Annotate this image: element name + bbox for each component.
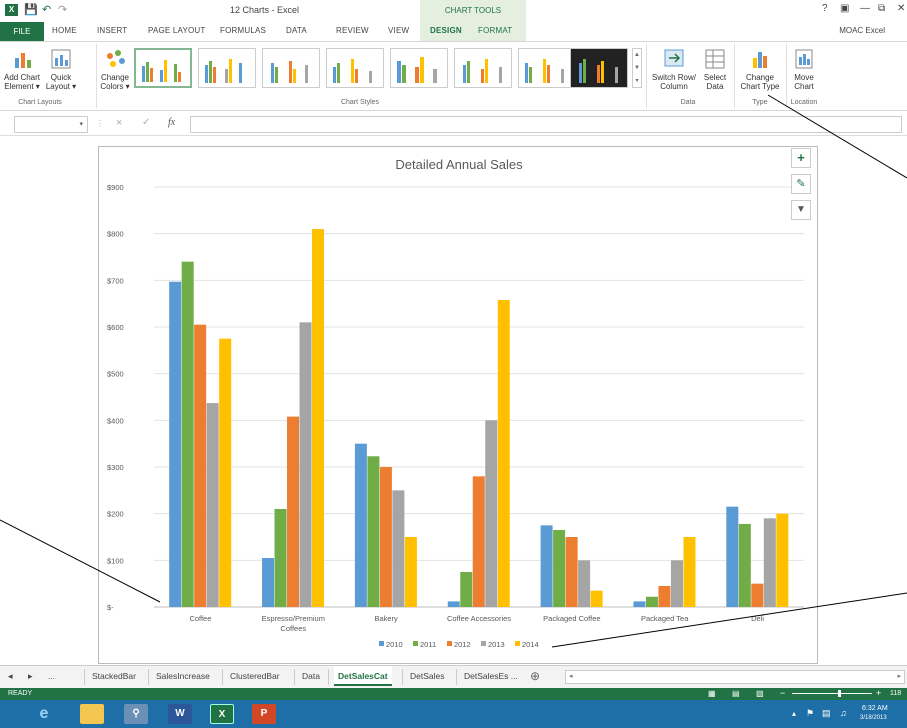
sheet-tabs-bar: ◂ ▸ ... StackedBar SalesIncrease Cluster… — [0, 665, 907, 688]
zoom-out-icon[interactable]: − — [780, 688, 785, 698]
page-break-view-icon[interactable]: ▧ — [756, 689, 764, 698]
sheet-nav-more[interactable]: ... — [48, 671, 55, 681]
sheet-tab-detsales[interactable]: DetSales — [410, 671, 445, 681]
normal-view-icon[interactable]: ▦ — [708, 689, 716, 698]
tab-separator — [148, 669, 149, 685]
zoom-level[interactable]: 118 — [890, 690, 901, 697]
volume-icon[interactable]: ♫ — [840, 708, 847, 718]
clock-time[interactable]: 6:32 AM — [862, 705, 888, 712]
excel-taskbar-icon[interactable]: X — [210, 704, 234, 724]
page-layout-view-icon[interactable]: ▤ — [732, 689, 740, 698]
ie-icon[interactable]: e — [32, 704, 56, 724]
network-icon[interactable]: ▤ — [822, 708, 831, 719]
scroll-right-icon[interactable]: ▸ — [897, 672, 901, 680]
search-tool-icon[interactable]: ⚲ — [124, 704, 148, 724]
tab-separator — [222, 669, 223, 685]
add-sheet-icon[interactable]: ⊕ — [530, 669, 540, 683]
zoom-slider-thumb[interactable] — [838, 690, 841, 697]
windows-taskbar: e ⚲ W X P ▴ ⚑ ▤ ♫ 6:32 AM 3/18/2013 — [0, 700, 907, 728]
tray-arrow-icon[interactable]: ▴ — [792, 709, 796, 718]
sheet-tab-clusteredbar[interactable]: ClusteredBar — [230, 671, 280, 681]
scroll-left-icon[interactable]: ◂ — [569, 672, 573, 680]
sheet-nav-next-icon[interactable]: ▸ — [28, 671, 33, 682]
callout-line-switch — [767, 94, 907, 179]
tab-separator — [402, 669, 403, 685]
status-bar: READY ▦ ▤ ▧ − + 118 — [0, 688, 907, 700]
excel-window: X 💾 ↶ ↷ 12 Charts - Excel CHART TOOLS ? … — [0, 0, 907, 728]
clock-date[interactable]: 3/18/2013 — [860, 715, 887, 721]
tab-separator — [456, 669, 457, 685]
sheet-tab-salesincrease[interactable]: SalesIncrease — [156, 671, 210, 681]
status-ready: READY — [8, 690, 33, 697]
sheet-tab-data[interactable]: Data — [302, 671, 320, 681]
powerpoint-icon[interactable]: P — [252, 704, 276, 724]
callout-line-legend — [551, 592, 907, 648]
callout-lines — [0, 94, 907, 648]
sheet-tab-detsalescat[interactable]: DetSalesCat — [334, 666, 392, 686]
file-explorer-icon[interactable] — [80, 704, 104, 724]
sheet-tab-stackedbar[interactable]: StackedBar — [92, 671, 136, 681]
horizontal-scrollbar[interactable]: ◂ ▸ — [565, 670, 905, 684]
zoom-in-icon[interactable]: + — [876, 688, 881, 698]
callout-line-axis — [0, 519, 161, 603]
tab-separator — [84, 669, 85, 685]
sheet-nav-prev-icon[interactable]: ◂ — [8, 671, 13, 682]
flag-icon[interactable]: ⚑ — [806, 708, 814, 719]
sheet-tab-detsaleses[interactable]: DetSalesEs ... — [464, 671, 518, 681]
word-icon[interactable]: W — [168, 704, 192, 724]
zoom-slider[interactable] — [792, 693, 872, 694]
tab-separator — [294, 669, 295, 685]
tab-separator — [328, 669, 329, 685]
